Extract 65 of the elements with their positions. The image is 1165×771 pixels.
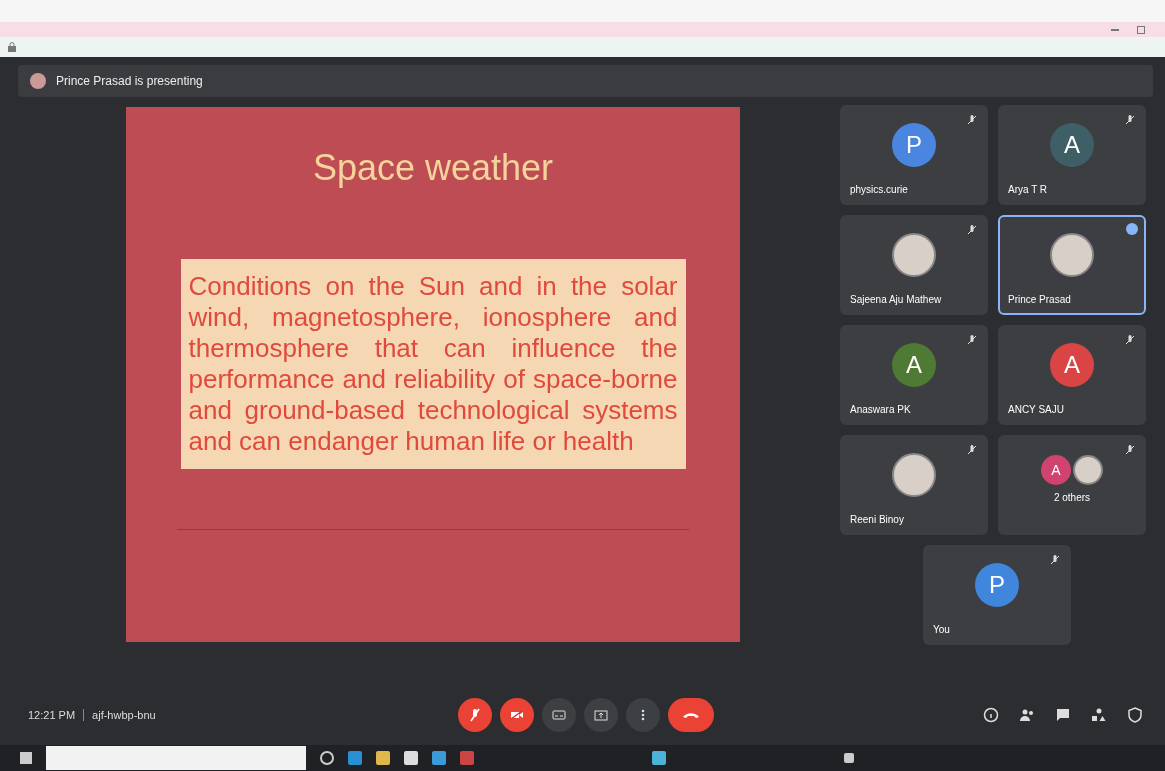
participant-tile[interactable]: P physics.curie: [840, 105, 988, 205]
participant-name: physics.curie: [850, 184, 908, 195]
participant-tile[interactable]: A Arya T R: [998, 105, 1146, 205]
notification-icon[interactable]: [844, 753, 854, 763]
slide-text: Conditions on the Sun and in the solar wind, magnetosphere, ionosphere and thermosphere that can influence the performance and reliability of space-borne and ground-based technological systems and can endanger human life or health: [180, 259, 686, 469]
slide-title: Space weather: [312, 147, 554, 189]
chat-icon[interactable]: [1055, 707, 1071, 723]
windows-start-icon[interactable]: [20, 752, 32, 764]
avatar-circle: P: [892, 123, 936, 167]
more-icon: [641, 709, 645, 721]
mic-off-icon: [1051, 555, 1059, 566]
participant-name: Sajeena Aju Mathew: [850, 294, 942, 305]
participant-tile[interactable]: A ANCY SAJU: [998, 325, 1146, 425]
participant-name: Prince Prasad: [1008, 294, 1071, 305]
shapes-icon[interactable]: [1091, 707, 1107, 723]
participant-tile[interactable]: Reeni Binoy: [840, 435, 988, 535]
avatar-circle: A: [1041, 455, 1071, 485]
people-icon[interactable]: [1019, 707, 1035, 723]
participant-tile[interactable]: A 2 others: [998, 435, 1146, 535]
presenting-text: Prince Prasad is presenting: [56, 74, 203, 88]
avatar-circle: P: [975, 563, 1019, 607]
mic-off-icon: [1126, 335, 1134, 346]
mic-off-icon: [968, 115, 976, 126]
avatar-circle: A: [1050, 123, 1094, 167]
meeting-code: ajf-hwbp-bnu: [92, 709, 156, 721]
camera-off-icon: [510, 710, 524, 720]
captions-icon: [552, 710, 566, 720]
speaking-indicator: [1126, 223, 1138, 235]
mic-off-icon: [968, 225, 976, 236]
phone-icon: [682, 711, 700, 719]
mic-off-icon: [1126, 115, 1134, 126]
lock-icon: [8, 42, 16, 52]
present-screen-icon: [594, 709, 608, 721]
end-call-button[interactable]: [668, 698, 714, 732]
participant-tile[interactable]: A Anaswara PK: [840, 325, 988, 425]
participant-name: 2 others: [1053, 492, 1091, 503]
avatar-circle: A: [1050, 343, 1094, 387]
camera-button[interactable]: [500, 698, 534, 732]
participant-name: Reeni Binoy: [850, 514, 904, 525]
captions-button[interactable]: [542, 698, 576, 732]
present-button[interactable]: [584, 698, 618, 732]
mic-off-icon: [968, 445, 976, 456]
meeting-time: 12:21 PM: [28, 709, 76, 721]
avatar-circle: [1050, 233, 1094, 277]
avatar-circle: [30, 73, 46, 89]
minimize-icon[interactable]: [1111, 28, 1119, 31]
participant-name: Anaswara PK: [850, 404, 911, 415]
avatar-circle: [1073, 455, 1103, 485]
avatar-circle: A: [892, 343, 936, 387]
participant-name: You: [933, 624, 950, 635]
maximize-icon[interactable]: [1137, 25, 1145, 34]
mic-off-icon: [470, 708, 480, 722]
participant-name: Arya T R: [1008, 184, 1048, 195]
circle-icon[interactable]: [320, 751, 334, 765]
participant-name: ANCY SAJU: [1008, 404, 1064, 415]
participant-tile[interactable]: Prince Prasad: [998, 215, 1146, 315]
info-icon[interactable]: [983, 707, 999, 723]
avatar-circle: [892, 453, 936, 497]
avatar-circle: [892, 233, 936, 277]
participant-tile[interactable]: P You: [923, 545, 1071, 645]
microphone-button[interactable]: [458, 698, 492, 732]
taskbar-search-field[interactable]: [46, 746, 306, 770]
mic-off-icon: [1126, 445, 1134, 456]
participant-tile[interactable]: Sajeena Aju Mathew: [840, 215, 988, 315]
mic-off-icon: [968, 335, 976, 346]
